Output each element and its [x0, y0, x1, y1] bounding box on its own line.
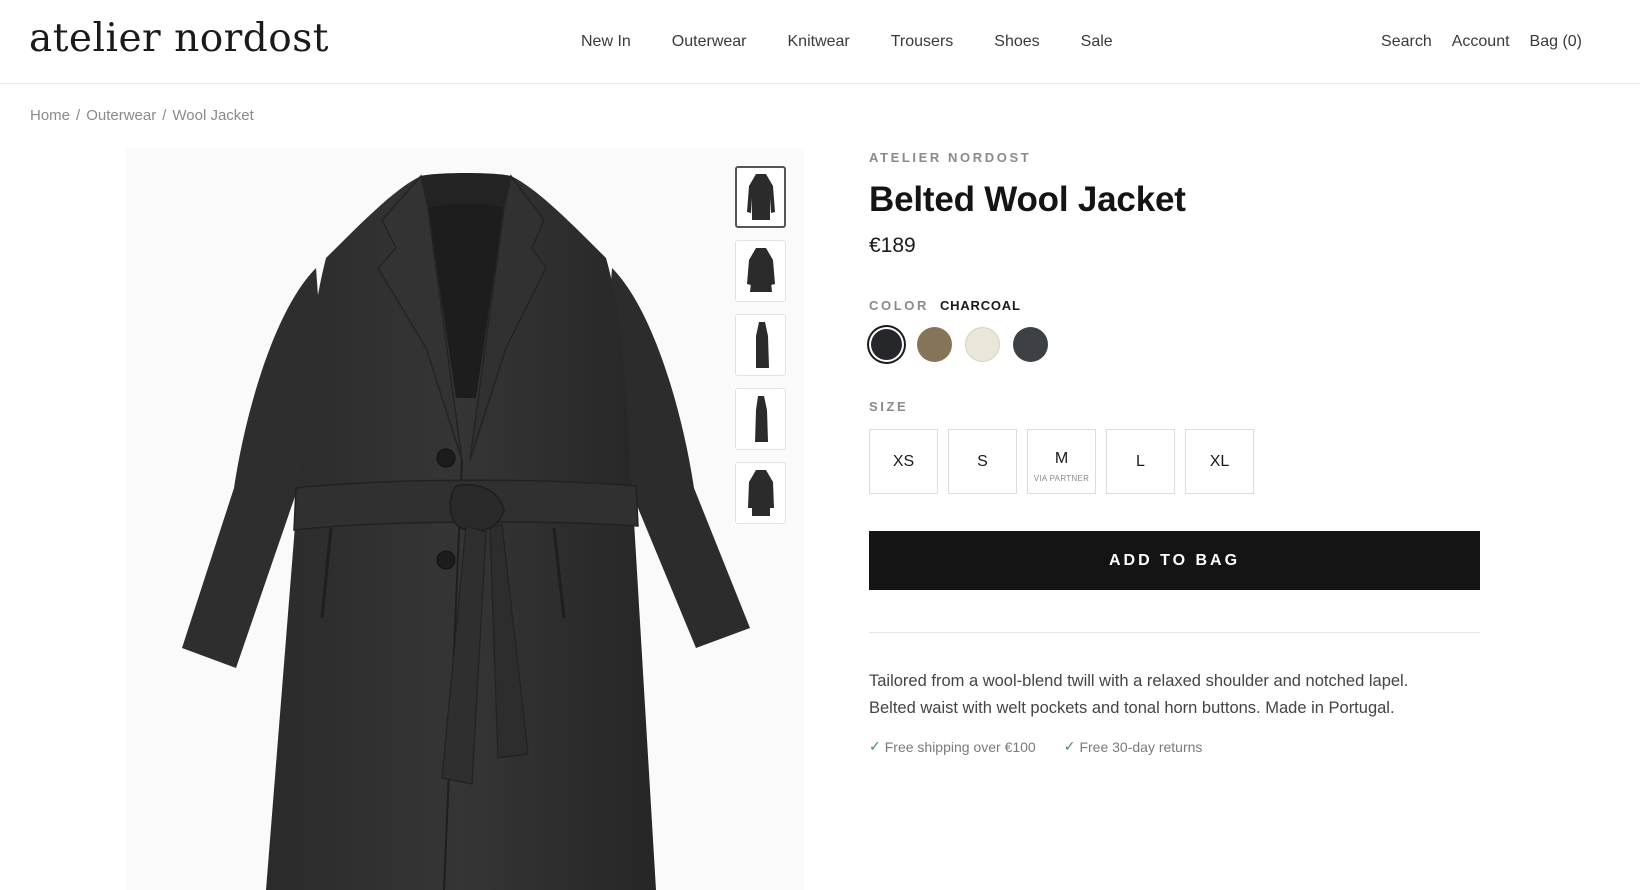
- breadcrumb-separator: /: [162, 107, 167, 124]
- breadcrumb: Home / Outerwear / Wool Jacket: [30, 107, 254, 124]
- size-option-label: M: [1054, 450, 1069, 467]
- thumbnail-side-back[interactable]: [735, 388, 786, 450]
- add-to-bag-button[interactable]: ADD TO BAG: [869, 531, 1480, 590]
- size-option-s[interactable]: S: [948, 429, 1017, 494]
- check-icon: ✓: [1063, 738, 1076, 754]
- main-nav: New In Outerwear Knitwear Trousers Shoes…: [581, 33, 1154, 51]
- perk-returns-text: Free 30-day returns: [1079, 738, 1203, 755]
- check-icon: ✓: [869, 738, 881, 754]
- product-brand: ATELIER NORDOST: [869, 150, 1032, 165]
- coat-thumbnail-icon: [746, 174, 775, 220]
- size-option-xs[interactable]: XS: [869, 429, 938, 494]
- nav-knitwear[interactable]: Knitwear: [788, 33, 850, 51]
- coat-thumbnail-icon: [747, 470, 774, 516]
- thumbnail-back-view[interactable]: [735, 462, 786, 524]
- brand-logo[interactable]: atelier nordost: [29, 16, 329, 61]
- breadcrumb-separator: /: [76, 107, 81, 124]
- size-option-xl[interactable]: XL: [1185, 429, 1254, 494]
- product-description: Tailored from a wool-blend twill with a …: [869, 672, 1409, 717]
- coat-thumbnail-icon: [754, 396, 768, 442]
- size-option-label: XS: [892, 452, 915, 470]
- swatch-taupe[interactable]: [917, 327, 952, 362]
- coat-thumbnail-icon: [755, 322, 769, 368]
- size-availability-note: VIA PARTNER: [1033, 474, 1090, 483]
- thumbnail-list: [735, 166, 786, 524]
- swatch-slate[interactable]: [1013, 327, 1048, 362]
- perk-shipping-text: Free shipping over €100: [884, 738, 1036, 755]
- breadcrumb-home[interactable]: Home: [30, 107, 70, 124]
- nav-trousers[interactable]: Trousers: [891, 33, 954, 51]
- search-link[interactable]: Search: [1381, 33, 1432, 51]
- breadcrumb-current: Wool Jacket: [172, 107, 254, 124]
- perk-shipping: ✓ Free shipping over €100: [869, 738, 1036, 755]
- product-main-image[interactable]: [126, 148, 804, 890]
- coat-thumbnail-icon: [746, 248, 775, 292]
- bag-link[interactable]: Bag (0): [1530, 33, 1582, 51]
- nav-new-in[interactable]: New In: [581, 33, 631, 51]
- product-info: ATELIER NORDOST Belted Wool Jacket €189 …: [869, 150, 1480, 755]
- size-option-label: S: [977, 452, 988, 470]
- swatch-ivory[interactable]: [965, 327, 1000, 362]
- size-option-m[interactable]: M VIA PARTNER: [1027, 429, 1096, 494]
- coat-image: [126, 148, 804, 890]
- size-option-label: L: [1136, 452, 1145, 470]
- perk-returns: ✓ Free 30-day returns: [1064, 738, 1203, 755]
- swatch-charcoal[interactable]: [869, 327, 904, 362]
- size-option-label: XL: [1209, 452, 1230, 470]
- breadcrumb-outerwear[interactable]: Outerwear: [86, 107, 156, 124]
- selected-color-name: CHARCOAL: [939, 298, 1021, 313]
- color-label: COLOR: [869, 298, 929, 313]
- product-title: Belted Wool Jacket: [869, 180, 1186, 219]
- perks-list: ✓ Free shipping over €100 ✓ Free 30-day …: [869, 738, 1480, 755]
- divider: [869, 632, 1480, 633]
- site-header: atelier nordost New In Outerwear Knitwea…: [0, 0, 1640, 84]
- nav-sale[interactable]: Sale: [1081, 33, 1113, 51]
- account-link[interactable]: Account: [1452, 33, 1510, 51]
- header-utilities: Search Account Bag (0): [1381, 33, 1582, 51]
- thumbnail-front-view[interactable]: [735, 166, 786, 228]
- thumbnail-side-view[interactable]: [735, 314, 786, 376]
- product-price: €189: [869, 234, 916, 257]
- color-swatches: [869, 327, 1480, 362]
- nav-outerwear[interactable]: Outerwear: [672, 33, 747, 51]
- thumbnail-front-belted[interactable]: [735, 240, 786, 302]
- nav-shoes[interactable]: Shoes: [994, 33, 1039, 51]
- size-selector: XS S M VIA PARTNER L XL: [869, 429, 1480, 494]
- color-heading: COLOR CHARCOAL: [869, 298, 1480, 313]
- size-option-l[interactable]: L: [1106, 429, 1175, 494]
- size-label: SIZE: [869, 399, 909, 414]
